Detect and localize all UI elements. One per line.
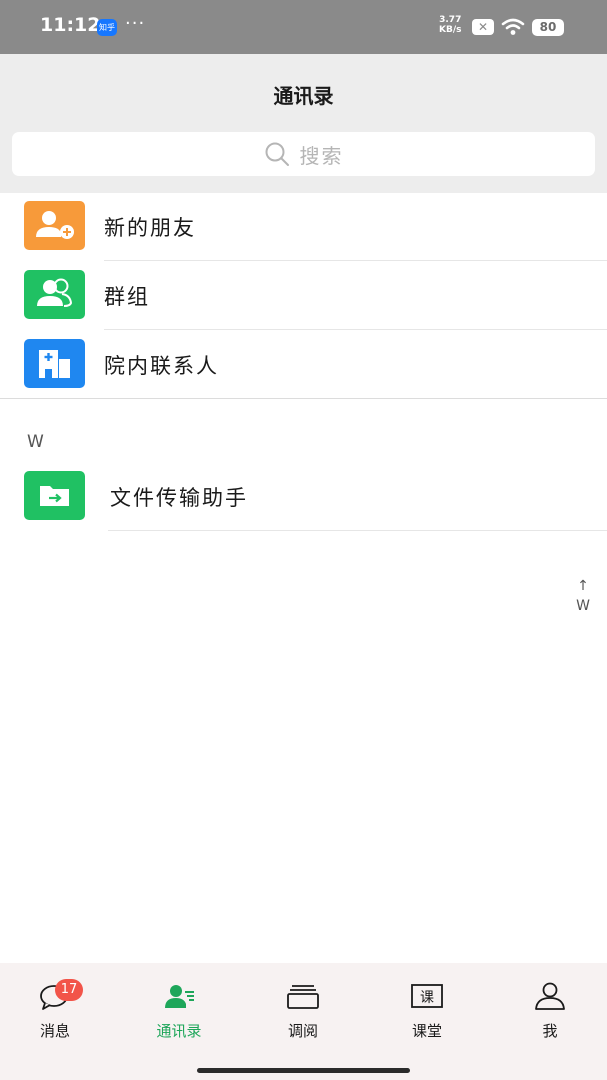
status-bar: 11:12 知乎 ··· 3.77 KB/s ✕ 80 [0,0,607,54]
review-icon [287,985,319,1009]
wifi-icon [501,18,525,35]
tab-profile[interactable]: 我 [500,981,600,1041]
hospital-contacts-label: 院内联系人 [104,354,219,378]
profile-icon [535,982,565,1010]
tab-classroom-label: 课堂 [411,1022,442,1040]
add-friend-icon [24,201,85,250]
network-speed-unit: KB/s [439,25,462,35]
tab-messages[interactable]: 消息 17 [5,979,105,1041]
unread-badge: 17 [55,979,83,1001]
groups-label: 群组 [104,285,150,309]
tab-review-label: 调阅 [287,1022,318,1040]
file-transfer-label: 文件传输助手 [110,486,248,510]
bottom-tab-bar: 消息 17 通讯录 调阅 课 课堂 我 [0,963,607,1080]
search-input[interactable]: 搜索 [12,132,595,176]
groups-item[interactable]: 群组 [0,261,607,330]
app-notification-icon: 知乎 [97,19,117,36]
tab-classroom[interactable]: 课 课堂 [377,981,477,1041]
home-indicator[interactable] [197,1068,410,1073]
contacts-icon [165,985,194,1008]
header: 通讯录 搜索 [0,54,607,193]
network-speed-value: 3.77 [439,15,462,25]
tab-review[interactable]: 调阅 [253,981,353,1041]
search-icon [265,142,289,166]
divider [108,530,607,531]
alphabet-index[interactable]: ↑ W [570,576,596,616]
hospital-icon [24,339,85,388]
tab-contacts-label: 通讯录 [156,1022,202,1040]
section-divider [0,398,607,399]
tab-profile-label: 我 [542,1022,558,1040]
classroom-icon: 课 [411,984,443,1008]
classroom-icon-text: 课 [420,990,434,1006]
section-header-w: W [27,432,44,452]
tab-contacts[interactable]: 通讯录 [129,981,229,1041]
page-title: 通讯录 [273,84,334,108]
file-transfer-icon [24,471,85,520]
group-icon [24,270,85,319]
search-placeholder: 搜索 [299,143,344,168]
tab-messages-label: 消息 [39,1022,70,1040]
status-time: 11:12 [40,14,101,36]
index-letter-w[interactable]: W [570,596,596,616]
network-speed: 3.77 KB/s [439,15,461,35]
more-notifications-icon: ··· [125,13,146,34]
file-transfer-item[interactable]: 文件传输助手 [0,462,607,531]
new-friends-item[interactable]: 新的朋友 [0,192,607,261]
index-top-arrow[interactable]: ↑ [570,576,596,596]
hospital-contacts-item[interactable]: 院内联系人 [0,330,607,399]
no-sim-icon: ✕ [472,19,494,35]
contacts-screen: 11:12 知乎 ··· 3.77 KB/s ✕ 80 通讯录 搜索 新的朋友 … [0,0,607,1080]
battery-icon: 80 [532,19,564,36]
new-friends-label: 新的朋友 [104,216,196,240]
